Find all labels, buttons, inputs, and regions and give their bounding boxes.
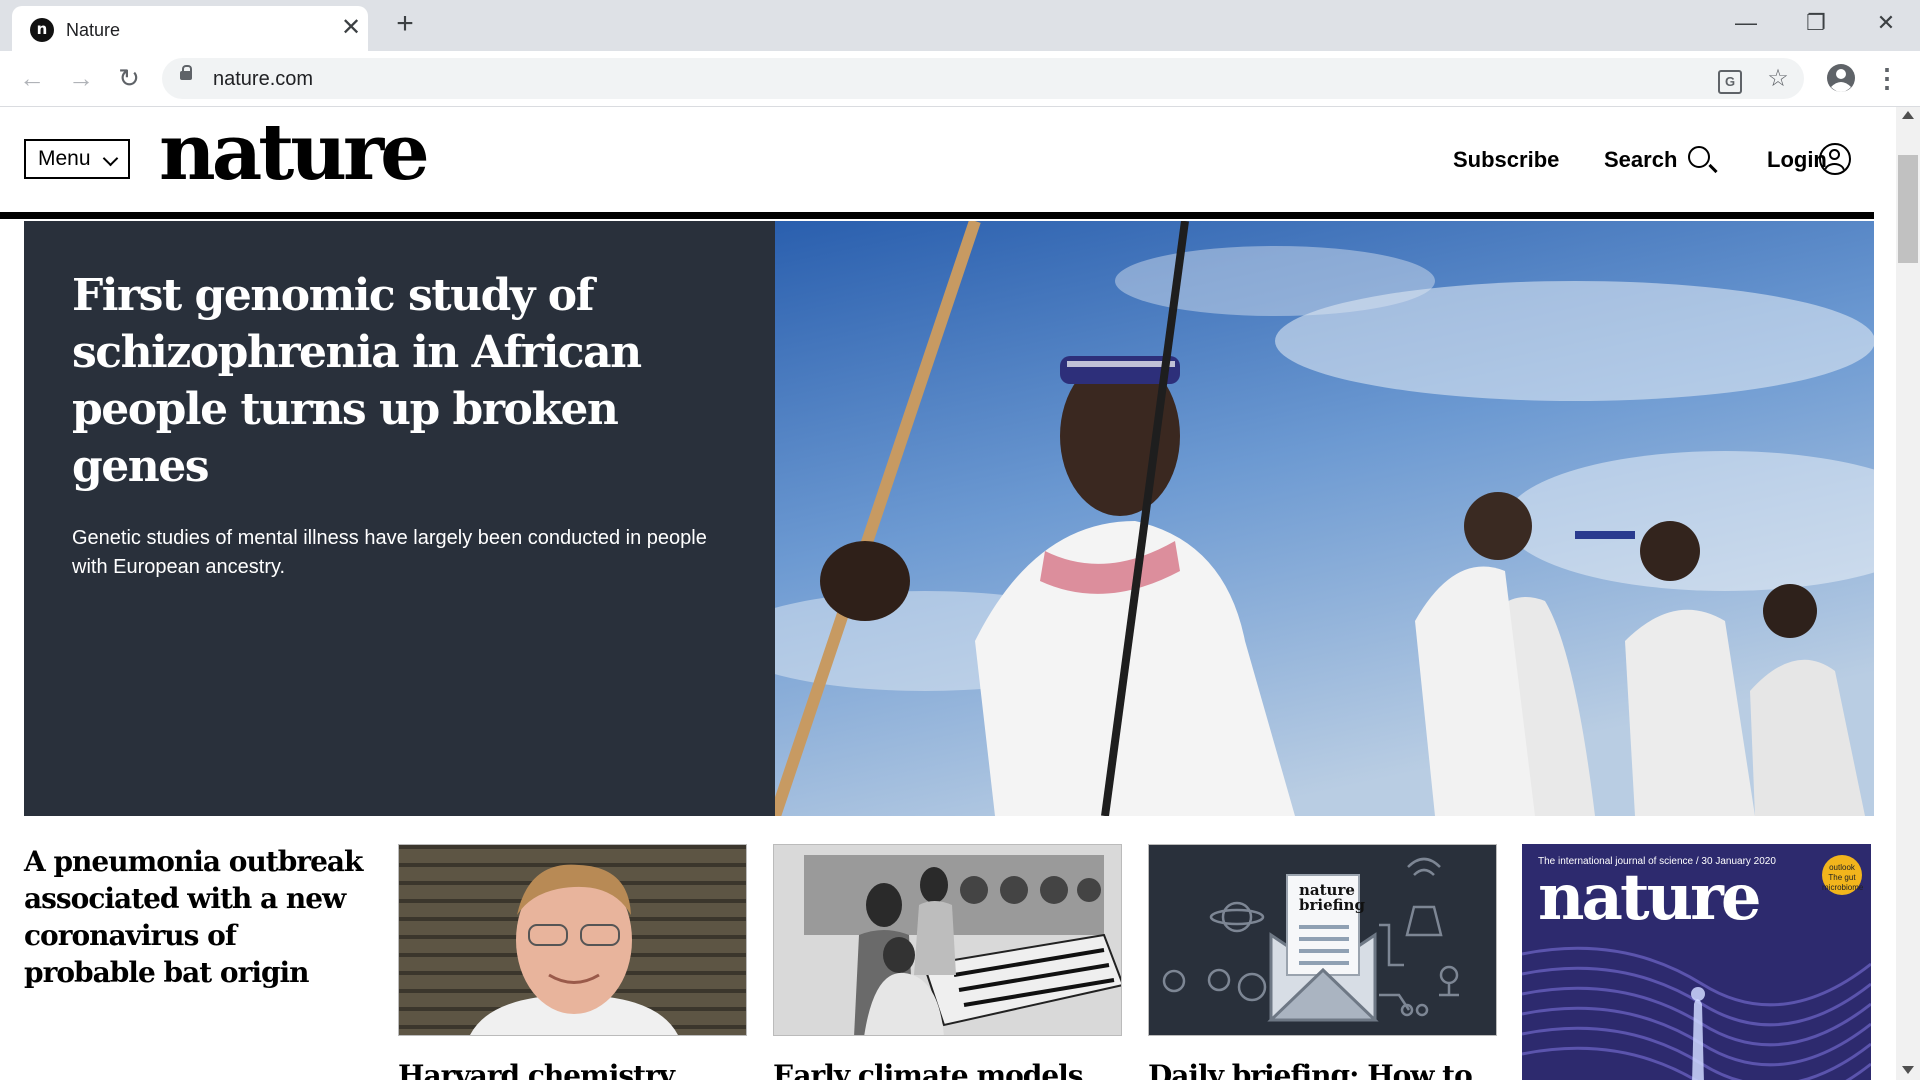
nature-logo[interactable]: nature (159, 114, 430, 192)
bookmark-star-icon[interactable]: ☆ (1763, 64, 1793, 94)
new-tab-button[interactable]: + (390, 9, 420, 40)
hero-photo[interactable] (775, 221, 1874, 816)
profile-avatar-icon[interactable] (1824, 61, 1858, 95)
url-text[interactable]: nature.com (213, 68, 313, 91)
lock-icon (180, 65, 192, 80)
portrait-photo (399, 845, 746, 1035)
cover-outlook-badge: outlook The gut microbiome (1822, 855, 1863, 895)
forward-arrow-icon[interactable]: → (64, 62, 98, 96)
user-body-shape (1824, 163, 1845, 173)
story-card-image[interactable] (773, 844, 1122, 1036)
page-scrollbar[interactable] (1896, 107, 1920, 1080)
vintage-computer-photo (774, 845, 1121, 1035)
restore-icon[interactable]: ❐ (1796, 8, 1836, 38)
user-icon[interactable] (1819, 143, 1851, 175)
minimize-icon[interactable]: — (1726, 8, 1766, 38)
briefing-word-briefing: briefing (1299, 896, 1365, 914)
story-card-image[interactable]: nature briefing (1148, 844, 1497, 1036)
browser-tab[interactable]: n Nature ✕ (12, 6, 368, 51)
lead-story-headline[interactable]: A pneumonia outbreak associated with a n… (24, 843, 374, 991)
scroll-down-arrow-icon[interactable] (1902, 1066, 1914, 1074)
page-content: Menu nature Subscribe Search Login First… (0, 107, 1896, 1080)
back-arrow-icon[interactable]: ← (15, 62, 49, 96)
story-card-title[interactable]: Harvard chemistry (398, 1059, 747, 1080)
browser-toolbar: ← → ↻ nature.com G ☆ ⋮ (0, 51, 1920, 107)
search-link[interactable]: Search (1604, 147, 1677, 173)
header-divider (0, 212, 1874, 219)
window-close-icon[interactable]: ✕ (1866, 8, 1906, 38)
browser-tabstrip: n Nature ✕ + — ❐ ✕ (0, 0, 1920, 51)
login-link[interactable]: Login (1767, 147, 1827, 173)
tab-title: Nature (66, 20, 121, 40)
browser-menu-icon[interactable]: ⋮ (1874, 62, 1900, 96)
hero-feature[interactable]: First genomic study of schizophrenia in … (24, 221, 1874, 816)
chevron-down-icon (102, 150, 119, 167)
scroll-up-arrow-icon[interactable] (1902, 111, 1914, 119)
story-card-title[interactable]: Early climate models (773, 1059, 1122, 1080)
hero-headline[interactable]: First genomic study of schizophrenia in … (72, 267, 712, 495)
hero-standfirst: Genetic studies of mental illness have l… (72, 527, 707, 578)
address-bar[interactable]: nature.com G ☆ (162, 58, 1804, 99)
scroll-thumb[interactable] (1898, 155, 1918, 263)
subscribe-link[interactable]: Subscribe (1453, 147, 1559, 173)
user-head-shape (1829, 149, 1840, 160)
translate-icon[interactable]: G (1715, 64, 1745, 94)
briefing-envelope-illustration: nature briefing (1149, 845, 1496, 1035)
menu-button[interactable]: Menu (24, 139, 130, 179)
journal-cover[interactable]: The international journal of science / 3… (1522, 844, 1871, 1080)
cover-logo: nature (1538, 860, 1762, 935)
hero-text-panel: First genomic study of schizophrenia in … (24, 221, 775, 816)
reload-icon[interactable]: ↻ (112, 62, 146, 96)
search-icon[interactable] (1688, 146, 1710, 168)
nature-favicon-icon: n (30, 18, 54, 42)
story-card-title[interactable]: Daily briefing: How to (1148, 1059, 1497, 1080)
story-card-image[interactable] (398, 844, 747, 1036)
menu-label: Menu (38, 147, 91, 170)
tab-close-icon[interactable]: ✕ (338, 15, 364, 41)
hero-photo-illustration (775, 221, 1874, 816)
